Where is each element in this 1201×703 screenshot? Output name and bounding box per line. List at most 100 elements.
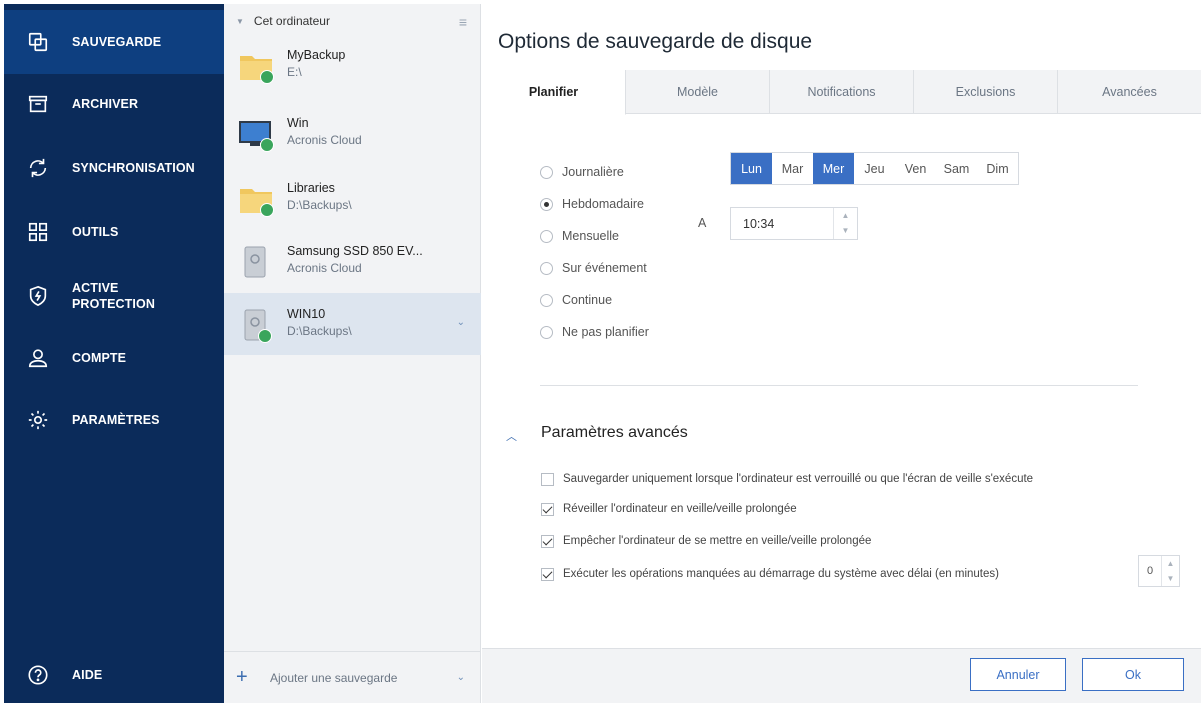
backup-item-libraries[interactable]: Libraries D:\Backups\ [224, 167, 481, 229]
decrement-arrow-icon[interactable]: ▼ [834, 223, 857, 238]
schedule-option-hebdomadaire[interactable]: Hebdomadaire [540, 194, 644, 214]
help-icon [4, 664, 72, 686]
radio-button[interactable] [540, 325, 553, 339]
add-backup-button[interactable]: + Ajouter une sauvegarde ⌄ [224, 651, 481, 703]
schedule-option-mensuelle[interactable]: Mensuelle [540, 226, 619, 246]
day-toggle-ven[interactable]: Ven [895, 153, 936, 184]
backup-destination: Acronis Cloud [287, 261, 362, 275]
tab-planifier[interactable]: Planifier [482, 70, 626, 115]
backup-destination: Acronis Cloud [287, 133, 362, 147]
hamburger-menu-icon[interactable]: ≡ [459, 14, 467, 30]
delay-minutes-stepper: ▲ ▼ [1138, 555, 1180, 587]
checkbox-checked[interactable] [541, 567, 554, 581]
nav-item-aide[interactable]: AIDE [4, 643, 224, 703]
tab-notifications[interactable]: Notifications [770, 70, 914, 114]
radio-label: Ne pas planifier [562, 325, 649, 339]
backup-item-win10[interactable]: WIN10 D:\Backups\ ⌄ [224, 293, 481, 355]
tab-exclusions[interactable]: Exclusions [914, 70, 1058, 114]
options-tabs: Planifier Modèle Notifications Exclusion… [482, 70, 1201, 115]
nav-label: ARCHIVER [72, 97, 139, 111]
chevron-down-icon[interactable]: ⌄ [457, 672, 465, 683]
time-spinner: ▲ ▼ [833, 208, 857, 239]
success-check-icon [260, 203, 274, 217]
radio-button-selected[interactable] [540, 197, 553, 211]
tab-avancees[interactable]: Avancées [1058, 70, 1201, 114]
option-wake-computer[interactable]: Réveiller l'ordinateur en veille/veille … [541, 500, 797, 518]
nav-item-outils[interactable]: OUTILS [4, 200, 224, 264]
page-title: Options de sauvegarde de disque [498, 30, 813, 53]
schedule-option-ne-pas-planifier[interactable]: Ne pas planifier [540, 322, 649, 342]
backup-item-win[interactable]: Win Acronis Cloud [224, 102, 481, 164]
backup-name: WIN10 [287, 307, 326, 321]
success-check-icon [260, 70, 274, 84]
checkbox-label: Empêcher l'ordinateur de se mettre en ve… [563, 535, 872, 547]
schedule-option-journaliere[interactable]: Journalière [540, 162, 624, 182]
radio-label: Continue [562, 293, 613, 307]
backup-destination: D:\Backups\ [287, 324, 352, 338]
folder-icon [238, 181, 274, 217]
checkbox-checked[interactable] [541, 534, 554, 548]
nav-item-parametres[interactable]: PARAMÈTRES [4, 388, 224, 452]
radio-button[interactable] [540, 229, 553, 243]
time-stepper: ▲ ▼ [730, 207, 858, 240]
nav-label: COMPTE [72, 351, 127, 365]
tab-modele[interactable]: Modèle [626, 70, 770, 114]
radio-button[interactable] [540, 261, 553, 275]
nav-label-line2: PROTECTION [72, 297, 155, 311]
hard-drive-icon [238, 244, 274, 280]
schedule-option-sur-evenement[interactable]: Sur événement [540, 258, 647, 278]
folder-icon [238, 48, 274, 84]
backup-destination: D:\Backups\ [287, 198, 352, 212]
nav-label: OUTILS [72, 225, 119, 239]
monitor-icon [238, 116, 274, 152]
checkbox-checked[interactable] [541, 502, 554, 516]
day-toggle-mer[interactable]: Mer [813, 153, 854, 184]
cancel-button[interactable]: Annuler [970, 658, 1066, 691]
decrement-arrow-icon[interactable]: ▼ [1162, 571, 1179, 586]
option-prevent-sleep[interactable]: Empêcher l'ordinateur de se mettre en ve… [541, 532, 871, 550]
hard-drive-icon [238, 307, 274, 343]
nav-item-active-protection[interactable]: ACTIVE PROTECTION [4, 264, 224, 328]
day-toggle-lun[interactable]: Lun [731, 153, 772, 184]
disk-backup-options-panel: Options de sauvegarde de disque Planifie… [482, 4, 1201, 703]
nav-label: AIDE [72, 668, 103, 682]
advanced-settings-title: Paramètres avancés [541, 424, 688, 441]
backup-destination: E:\ [287, 65, 302, 79]
delay-spinner: ▲ ▼ [1161, 556, 1179, 586]
delay-minutes-input[interactable] [1139, 565, 1159, 577]
day-toggle-dim[interactable]: Dim [977, 153, 1018, 184]
increment-arrow-icon[interactable]: ▲ [1162, 556, 1179, 571]
option-backup-when-locked[interactable]: Sauvegarder uniquement lorsque l'ordinat… [541, 470, 1033, 488]
section-divider [540, 385, 1138, 386]
chevron-up-icon[interactable]: ︿ [506, 428, 517, 444]
backup-list-panel: ▼ Cet ordinateur ≡ MyBackup E:\ Win Acro… [224, 4, 481, 703]
day-toggle-sam[interactable]: Sam [936, 153, 977, 184]
option-run-missed-operations[interactable]: Exécuter les opérations manquées au déma… [541, 565, 999, 583]
nav-item-compte[interactable]: COMPTE [4, 326, 224, 390]
day-toggle-jeu[interactable]: Jeu [854, 153, 895, 184]
checkbox-label: Exécuter les opérations manquées au déma… [563, 568, 999, 580]
backup-item-mybackup[interactable]: MyBackup E:\ [224, 34, 481, 96]
time-input[interactable] [731, 216, 831, 231]
nav-item-sauvegarde[interactable]: SAUVEGARDE [4, 10, 224, 74]
checkbox-label: Sauvegarder uniquement lorsque l'ordinat… [563, 473, 1034, 485]
radio-button[interactable] [540, 293, 553, 307]
backup-item-samsung-ssd[interactable]: Samsung SSD 850 EV... Acronis Cloud [224, 230, 481, 292]
sync-icon [4, 157, 72, 179]
grid-icon [4, 221, 72, 243]
list-header[interactable]: ▼ Cet ordinateur ≡ [224, 4, 481, 38]
user-icon [4, 347, 72, 369]
chevron-down-icon[interactable]: ⌄ [457, 317, 465, 328]
radio-button[interactable] [540, 165, 553, 179]
plus-icon: + [236, 666, 248, 688]
checkbox[interactable] [541, 472, 554, 486]
schedule-option-continue[interactable]: Continue [540, 290, 612, 310]
ok-button[interactable]: Ok [1082, 658, 1184, 691]
nav-label: PARAMÈTRES [72, 413, 160, 427]
backup-name: MyBackup [287, 48, 346, 62]
day-toggle-mar[interactable]: Mar [772, 153, 813, 184]
nav-item-archiver[interactable]: ARCHIVER [4, 72, 224, 136]
increment-arrow-icon[interactable]: ▲ [834, 208, 857, 223]
nav-item-synchronisation[interactable]: SYNCHRONISATION [4, 136, 224, 200]
radio-label: Mensuelle [562, 229, 619, 243]
